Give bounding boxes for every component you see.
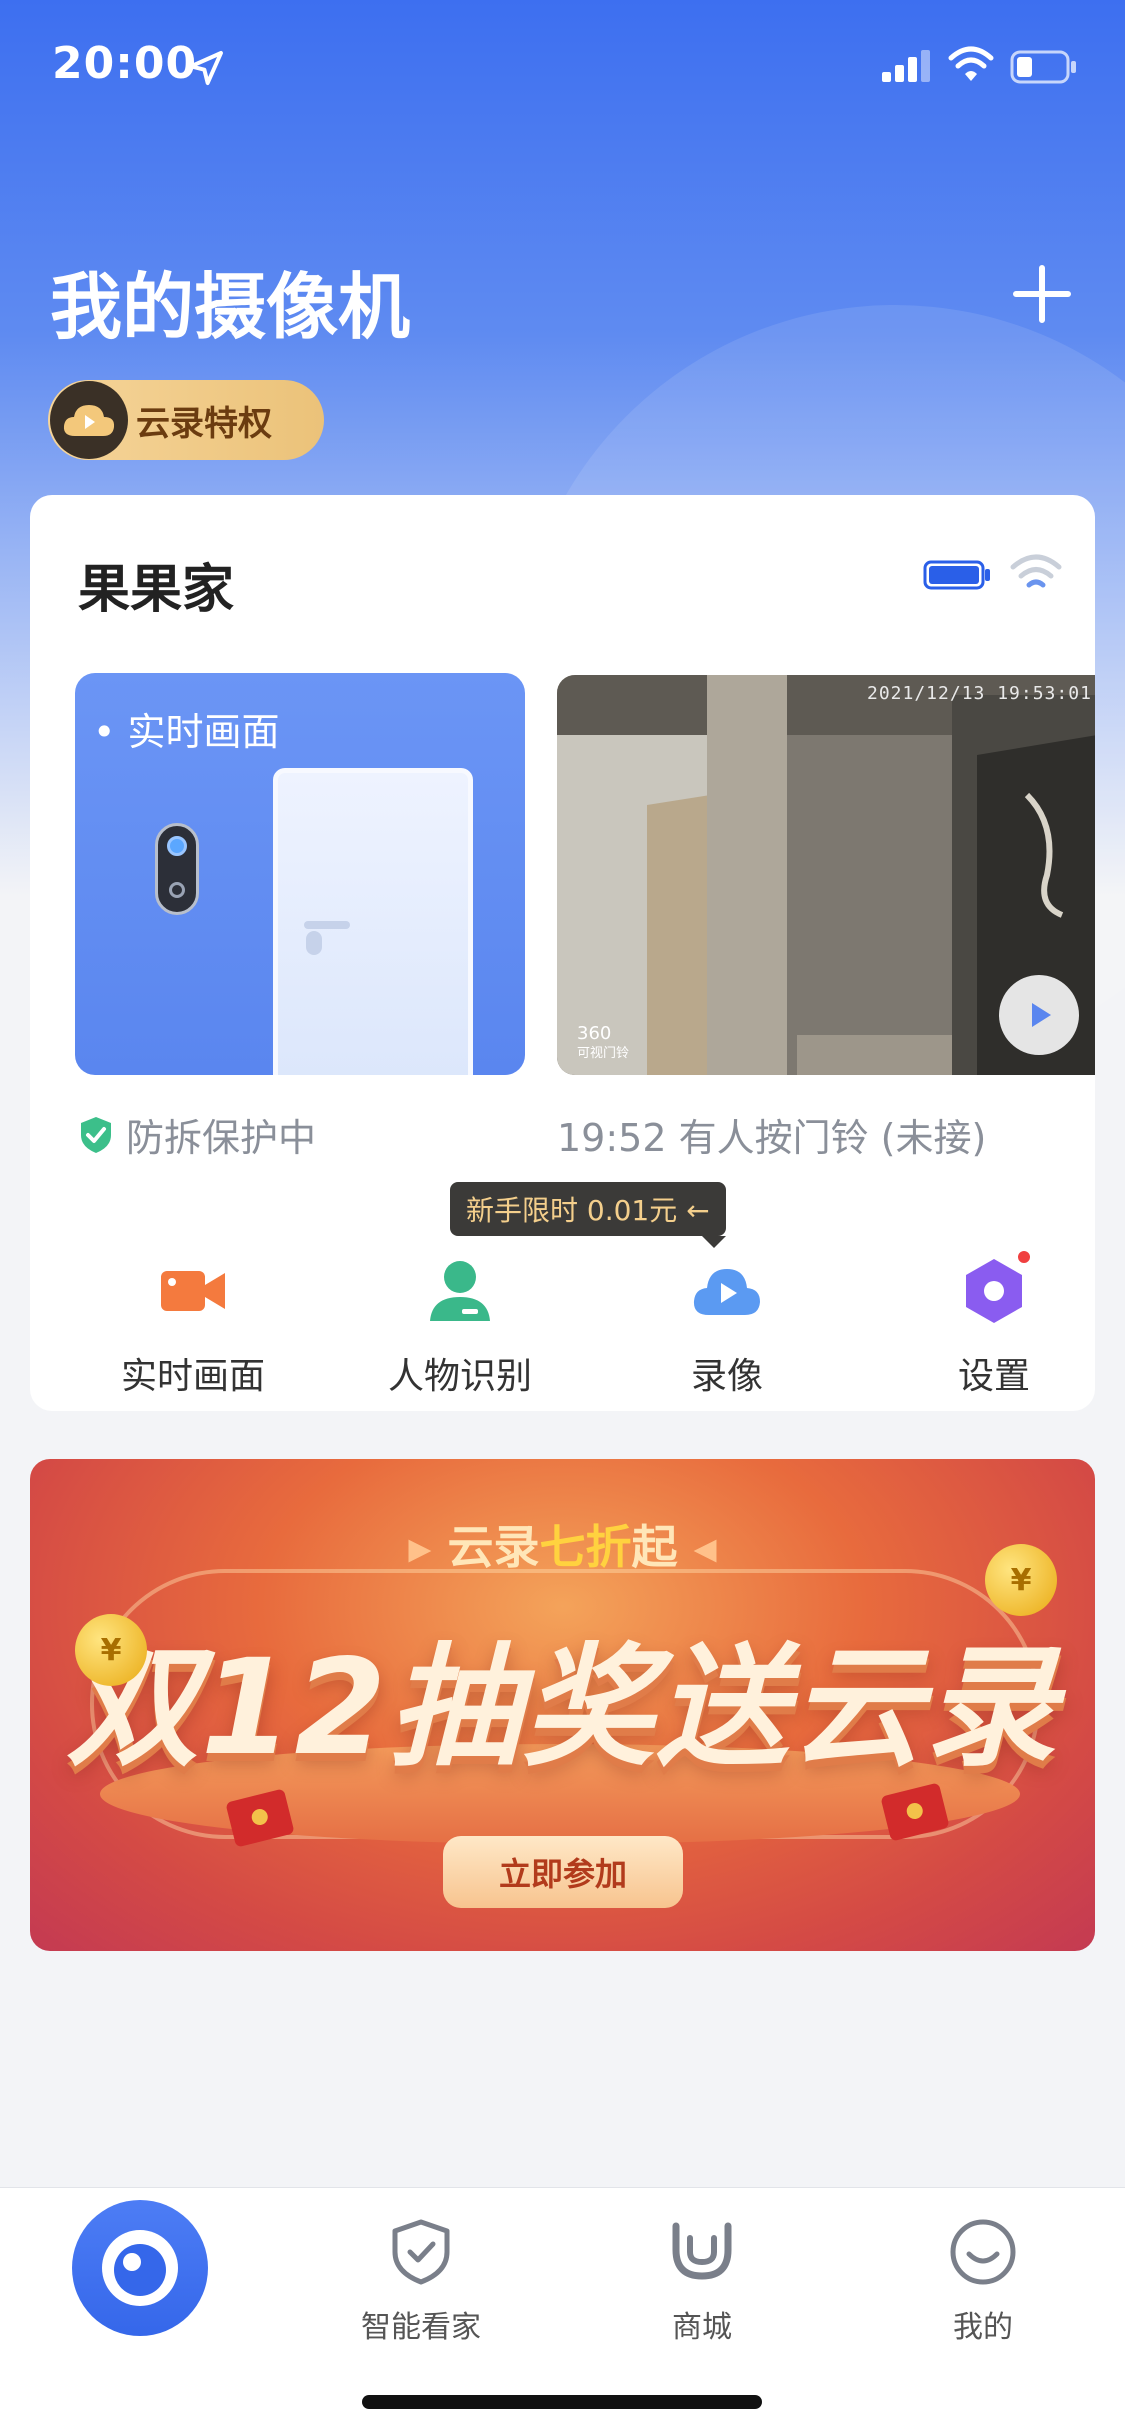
home-indicator[interactable] — [362, 2395, 762, 2409]
cloud-play-icon — [691, 1255, 763, 1327]
video-camera-icon — [157, 1255, 229, 1327]
feature-recording[interactable]: 录像 — [617, 1255, 837, 1399]
doorbell-lens — [167, 836, 187, 856]
coin-icon: ¥ — [985, 1544, 1057, 1616]
location-arrow-icon — [189, 51, 223, 85]
person-icon — [424, 1255, 496, 1327]
wifi-status-icon — [948, 46, 994, 81]
cellular-signal-icon — [882, 50, 930, 82]
banner-subtitle-suffix: 起 — [631, 1520, 678, 1574]
live-view-label: • 实时画面 — [93, 710, 280, 754]
banner-subtitle-highlight: 七折 — [539, 1520, 632, 1574]
feature-live-view[interactable]: 实时画面 — [83, 1255, 303, 1399]
tab-smart-guard[interactable]: 智能看家 — [321, 2216, 521, 2346]
feature-person-recognition[interactable]: 人物识别 — [350, 1255, 570, 1399]
door-lock — [306, 931, 322, 955]
play-button[interactable] — [999, 975, 1079, 1055]
door-handle — [304, 921, 350, 929]
feature-label: 设置 — [957, 1356, 1030, 1397]
recording-brand: 360 可视门铃 — [577, 1025, 629, 1063]
tab-home[interactable] — [72, 2200, 208, 2336]
tab-label: 智能看家 — [361, 2310, 481, 2345]
banner-title: 双12抽奖送云录 — [66, 1631, 1059, 1785]
recording-brand-bottom: 可视门铃 — [577, 1046, 630, 1061]
feature-settings[interactable]: 设置 — [884, 1249, 1095, 1399]
banner-subtitle-prefix: 云录 — [447, 1520, 540, 1574]
tab-mall[interactable]: 商城 — [602, 2216, 802, 2346]
page-title: 我的摄像机 — [50, 265, 411, 349]
cloud-play-icon — [50, 381, 128, 459]
doorbell-button-graphic — [169, 882, 185, 898]
settings-hex-icon — [958, 1249, 1032, 1327]
tab-label: 我的 — [953, 2310, 1013, 2345]
banner-subtitle: ▸ 云录七折起 ◂ — [30, 1511, 1095, 1577]
live-view-tile[interactable]: • 实时画面 — [75, 673, 525, 1075]
camera-name: 果果家 — [78, 560, 235, 620]
double12-promo-banner[interactable]: ▸ 云录七折起 ◂ 双12抽奖送云录 ¥ ¥ 立即参加 — [30, 1459, 1095, 1951]
feature-label: 人物识别 — [387, 1356, 532, 1397]
smile-icon — [950, 2219, 1016, 2285]
recording-timestamp: 2021/12/13 19:53:01 — [867, 683, 1092, 704]
play-icon — [1032, 1003, 1051, 1027]
cloud-privilege-badge[interactable]: 云录特权 — [48, 380, 324, 460]
battery-status-icon — [1010, 50, 1076, 84]
shield-check-icon — [392, 2219, 450, 2285]
coin-icon: ¥ — [75, 1614, 147, 1686]
live-view-label-text: 实时画面 — [127, 710, 280, 754]
recording-preview-tile[interactable]: 2021/12/13 19:53:01 360 可视门铃 — [557, 675, 1095, 1075]
eye-icon — [102, 2230, 178, 2306]
join-now-button[interactable]: 立即参加 — [443, 1836, 683, 1908]
settings-notification-dot — [1016, 1249, 1032, 1265]
banner-arrow-left: ▸ — [408, 1520, 448, 1574]
shield-check-icon — [81, 1116, 111, 1153]
device-wifi-icon — [1010, 554, 1062, 588]
protect-status-text: 防拆保护中 — [126, 1116, 317, 1160]
recording-brand-top: 360 — [577, 1023, 612, 1044]
last-event-text[interactable]: 19:52 有人按门铃 (未接) — [557, 1107, 986, 1162]
tamper-protection-status: 防拆保护中 — [78, 1107, 316, 1162]
mall-icon — [672, 2222, 732, 2280]
feature-label: 录像 — [690, 1356, 763, 1397]
status-bar: 20:00 — [0, 0, 1125, 130]
tab-label: 商城 — [672, 2310, 732, 2345]
door-illustration — [273, 768, 473, 1075]
add-camera-button[interactable] — [1010, 262, 1074, 326]
feature-label: 实时画面 — [120, 1356, 265, 1397]
camera-card: 果果家 • 实时画面 2021/12/13 19:53:01 360 可视门铃 … — [30, 495, 1095, 1411]
device-battery-icon — [923, 560, 990, 590]
new-user-promo-tooltip[interactable]: 新手限时 0.01元 ← — [450, 1182, 726, 1248]
doorbell-device-image — [155, 823, 199, 915]
cloud-badge-label: 云录特权 — [136, 403, 272, 444]
tab-me[interactable]: 我的 — [883, 2216, 1083, 2346]
status-time: 20:00 — [52, 38, 198, 89]
banner-arrow-right: ◂ — [677, 1520, 717, 1574]
